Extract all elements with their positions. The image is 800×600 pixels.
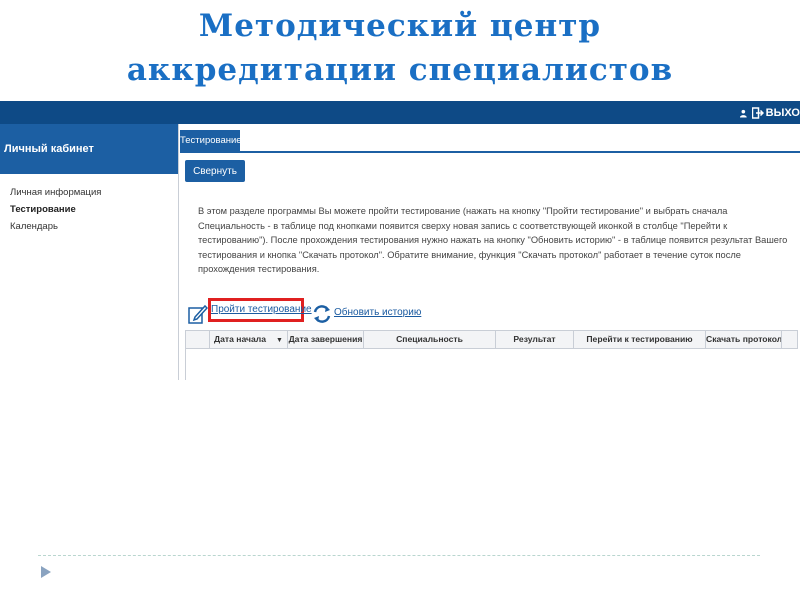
table-header-blank [186,331,210,348]
slide-title: Методический центр аккредитации специали… [0,4,800,92]
main-content: Тестирование Свернуть В этом разделе про… [180,124,800,380]
tab-underline [180,151,800,153]
bottom-divider [38,555,760,556]
edit-icon[interactable] [188,304,208,324]
user-icon[interactable] [740,107,747,120]
table-header: Дата начала ▼ Дата завершения Специальнос… [186,331,798,349]
sidebar-item-testing[interactable]: Тестирование [0,201,178,218]
column-download-protocol[interactable]: Скачать протокол [706,331,782,348]
logout-label: ВЫХО [765,107,800,119]
logout-link[interactable]: ВЫХО [751,107,800,119]
sidebar-item-personal-info[interactable]: Личная информация [0,184,178,201]
column-specialty[interactable]: Специальность [364,331,496,348]
slide-title-line-1: Методический центр [198,8,602,44]
user-area: ВЫХО [740,104,800,122]
tab-testing[interactable]: Тестирование [180,130,242,151]
column-result[interactable]: Результат [496,331,574,348]
sort-down-icon[interactable]: ▼ [276,337,283,344]
take-test-link[interactable]: Пройти тестирование [208,298,312,322]
top-bar: ВЫХО [0,101,800,124]
sidebar-item-calendar[interactable]: Календарь [0,218,178,235]
next-slide-arrow-icon[interactable] [41,566,51,578]
column-end-date[interactable]: Дата завершения [288,331,364,348]
section-description: В этом разделе программы Вы можете пройт… [198,206,788,274]
refresh-icon[interactable] [312,303,332,325]
sidebar-header: Личный кабинет [0,124,178,174]
column-go-to-testing[interactable]: Перейти к тестированию [574,331,706,348]
collapse-button[interactable]: Свернуть [185,160,245,182]
results-table: Дата начала ▼ Дата завершения Специальнос… [185,330,798,380]
slide-title-line-2: аккредитации специалистов [126,52,674,88]
column-start-date-label: Дата начала [214,334,267,344]
logout-icon [751,107,764,119]
refresh-history-link[interactable]: Обновить историю [334,307,421,318]
table-scrollbar[interactable] [782,331,798,348]
sidebar: Личный кабинет Личная информация Тестиро… [0,124,179,380]
column-start-date[interactable]: Дата начала ▼ [210,331,288,348]
app-screenshot: ВЫХО Личный кабинет Личная информация Те… [0,101,800,380]
